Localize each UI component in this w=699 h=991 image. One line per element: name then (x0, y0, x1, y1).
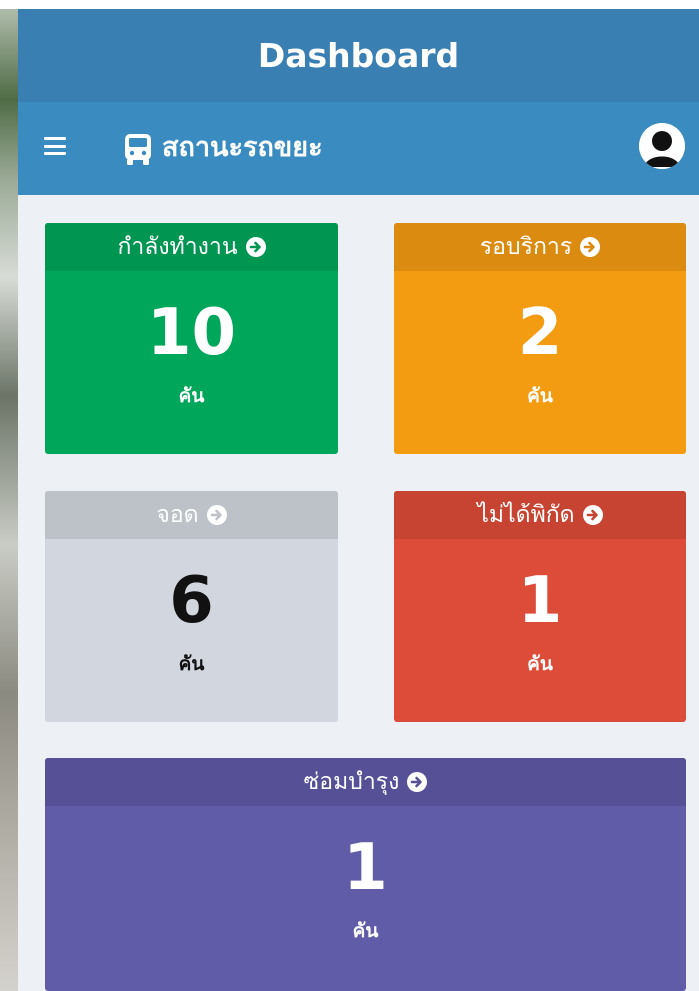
background-photo (0, 0, 18, 991)
card-label: จอด (156, 502, 199, 528)
top-edge (0, 0, 699, 9)
arrow-right-circle-icon[interactable] (206, 505, 227, 525)
card-no-gps[interactable]: ไม่ได้พิกัด 1 คัน (394, 491, 686, 722)
card-value: 2 (517, 296, 563, 370)
card-waiting[interactable]: รอบริการ 2 คัน (394, 223, 686, 454)
nav-title: สถานะรถขยะ (162, 132, 323, 163)
card-unit: คัน (527, 385, 553, 407)
card-value: 6 (169, 564, 214, 638)
arrow-right-circle-icon[interactable] (407, 772, 428, 792)
title-bar: Dashboard (18, 9, 699, 102)
card-maintenance[interactable]: ซ่อมบำรุง 1 คัน (45, 758, 686, 991)
card-value: 10 (146, 296, 237, 370)
card-header: กำลังทำงาน (45, 223, 338, 271)
card-label: ซ่อมบำรุง (303, 769, 400, 795)
card-unit: คัน (527, 653, 553, 675)
card-value: 1 (517, 564, 563, 638)
card-label: กำลังทำงาน (117, 234, 238, 260)
arrow-right-circle-icon[interactable] (580, 237, 601, 257)
card-header: รอบริการ (394, 223, 686, 271)
card-label: ไม่ได้พิกัด (477, 502, 575, 528)
card-parked[interactable]: จอด 6 คัน (45, 491, 338, 722)
card-unit: คัน (178, 653, 205, 675)
card-label: รอบริการ (479, 234, 573, 260)
app-screen: Dashboard สถานะรถขยะ กำลังทำงาน 10 คัน ร… (18, 9, 699, 991)
card-header: ซ่อมบำรุง (45, 758, 686, 806)
menu-icon[interactable] (44, 137, 66, 155)
arrow-right-circle-icon[interactable] (582, 505, 603, 525)
dashboard-content: กำลังทำงาน 10 คัน รอบริการ 2 คัน จอด 6 ค… (18, 195, 699, 991)
card-value: 1 (343, 831, 388, 905)
page-title: Dashboard (257, 36, 460, 75)
card-unit: คัน (178, 385, 205, 407)
card-header: ไม่ได้พิกัด (394, 491, 686, 539)
arrow-right-circle-icon[interactable] (245, 237, 266, 257)
card-header: จอด (45, 491, 338, 539)
bus-icon (125, 134, 151, 165)
nav-bar: สถานะรถขยะ (18, 102, 699, 195)
user-avatar-icon[interactable] (639, 123, 685, 169)
card-unit: คัน (352, 920, 379, 942)
card-working[interactable]: กำลังทำงาน 10 คัน (45, 223, 338, 454)
